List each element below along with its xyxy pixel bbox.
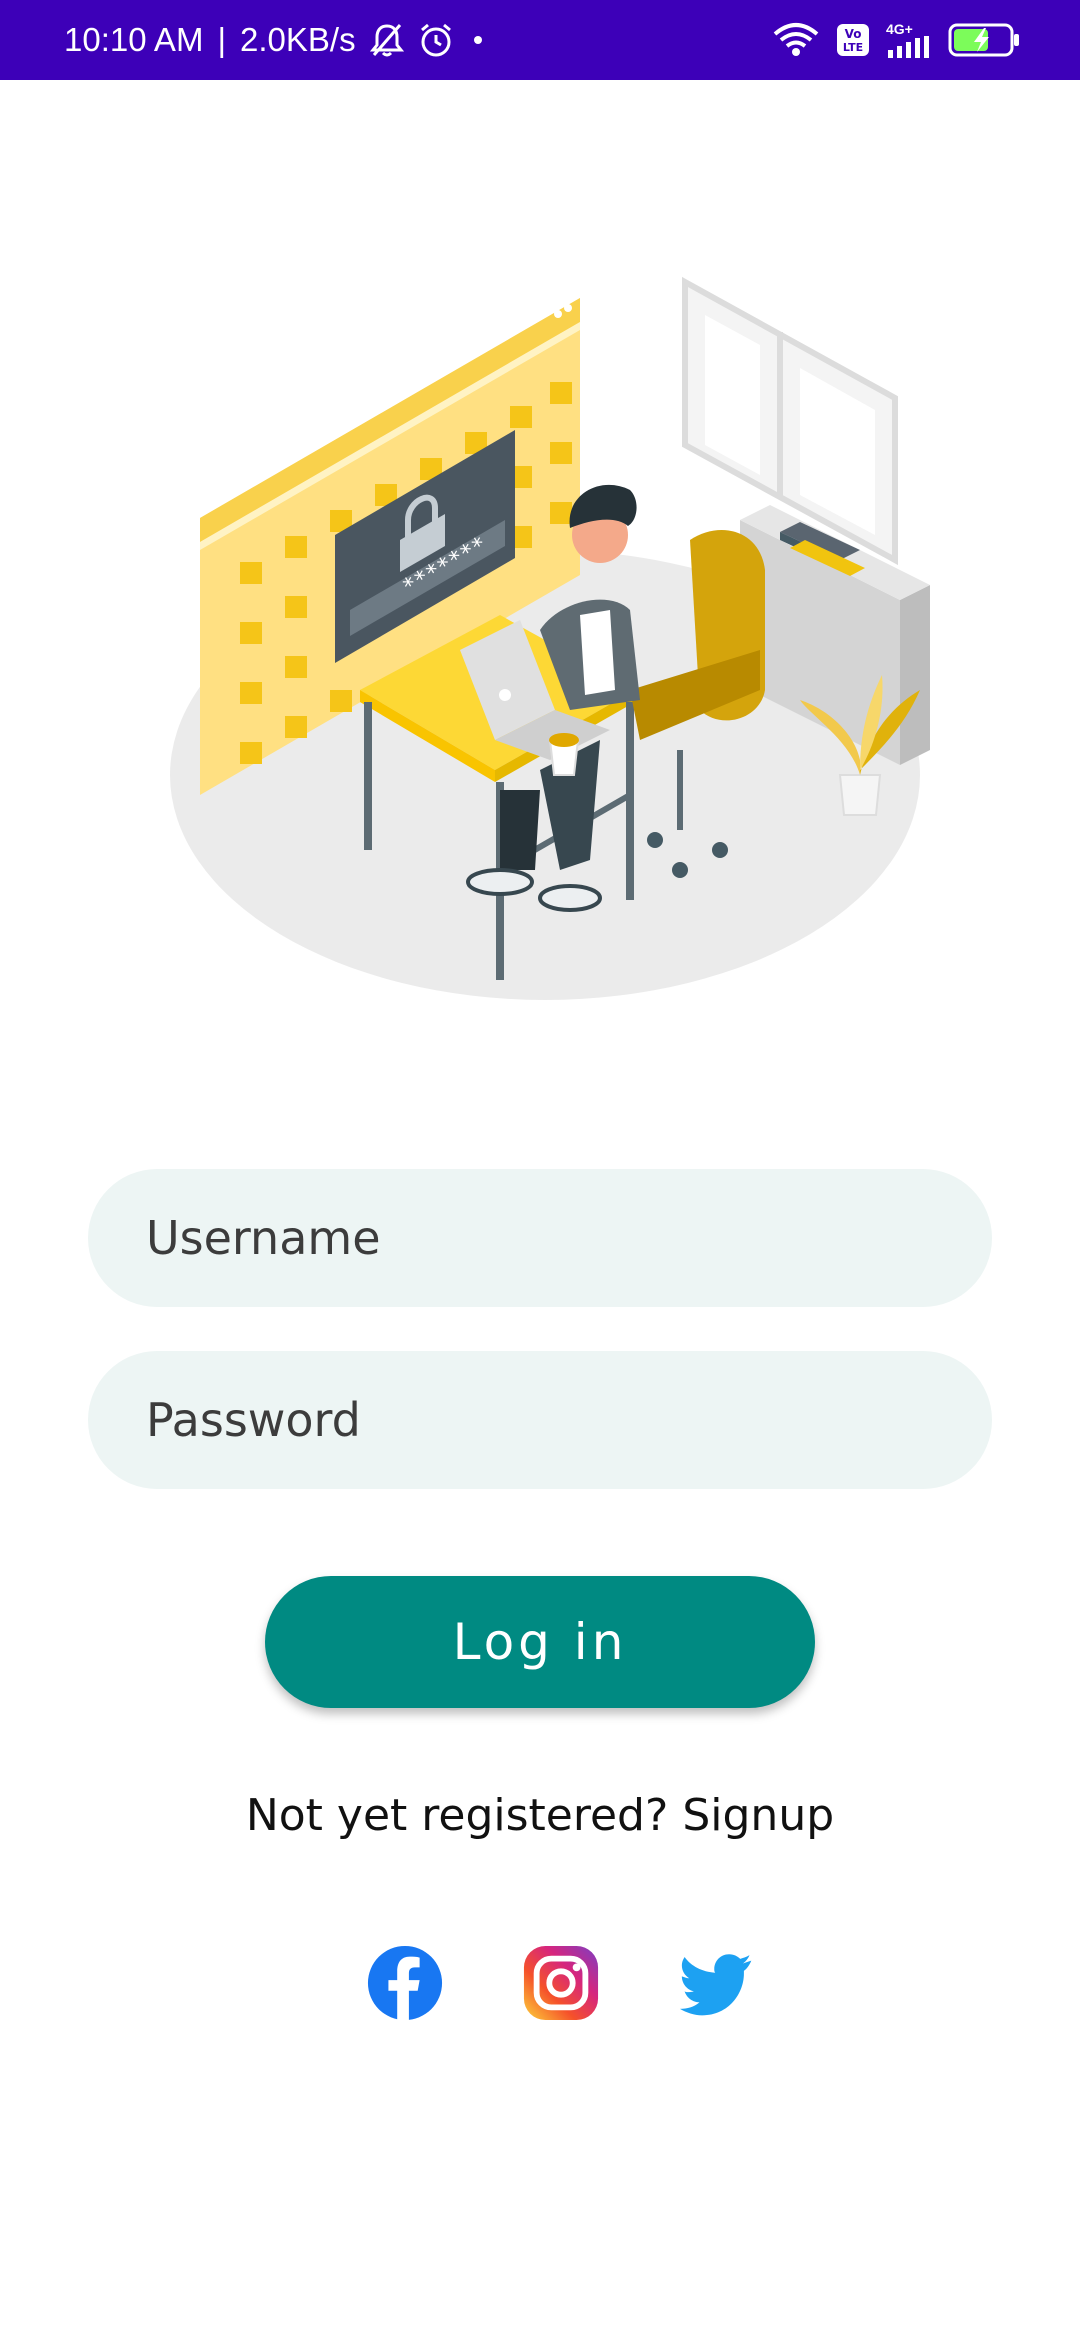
alarm-icon — [420, 23, 451, 57]
username-field[interactable] — [88, 1168, 992, 1308]
dot-icon — [473, 36, 482, 44]
status-right: Vo LTE 4G+ — [772, 22, 1020, 58]
svg-text:Vo: Vo — [845, 27, 862, 41]
signup-prompt-text: Not yet registered? — [245, 1790, 669, 1841]
status-speed: 2.0KB/s — [240, 21, 356, 58]
wifi-icon — [773, 23, 819, 56]
username-input[interactable] — [144, 1168, 992, 1308]
login-button[interactable]: Log in — [265, 1576, 815, 1708]
svg-text:LTE: LTE — [843, 41, 863, 54]
status-bar: 10:10 AM | 2.0KB/s Vo LTE 4G+ — [0, 0, 1080, 80]
password-input[interactable] — [144, 1350, 992, 1490]
bell-muted-icon — [369, 24, 404, 57]
network-label: 4G+ — [886, 21, 913, 37]
network-indicator: 4G+ — [886, 22, 932, 58]
twitter-icon[interactable] — [678, 1944, 756, 2022]
social-links — [366, 1944, 756, 2022]
status-time: 10:10 AM — [64, 21, 204, 58]
battery-charging-icon — [948, 23, 1019, 57]
status-left: 10:10 AM | 2.0KB/s — [64, 21, 488, 59]
instagram-icon[interactable] — [522, 1944, 600, 2022]
signup-link[interactable]: Signup — [682, 1790, 834, 1841]
password-field[interactable] — [88, 1350, 992, 1490]
status-separator: | — [217, 21, 227, 58]
signal-icon — [888, 36, 929, 58]
signup-prompt: Not yet registered? Signup — [0, 1790, 1080, 1841]
facebook-icon[interactable] — [366, 1944, 444, 2022]
login-illustration: ******* — [170, 276, 930, 1000]
volte-icon: Vo LTE — [837, 24, 869, 56]
